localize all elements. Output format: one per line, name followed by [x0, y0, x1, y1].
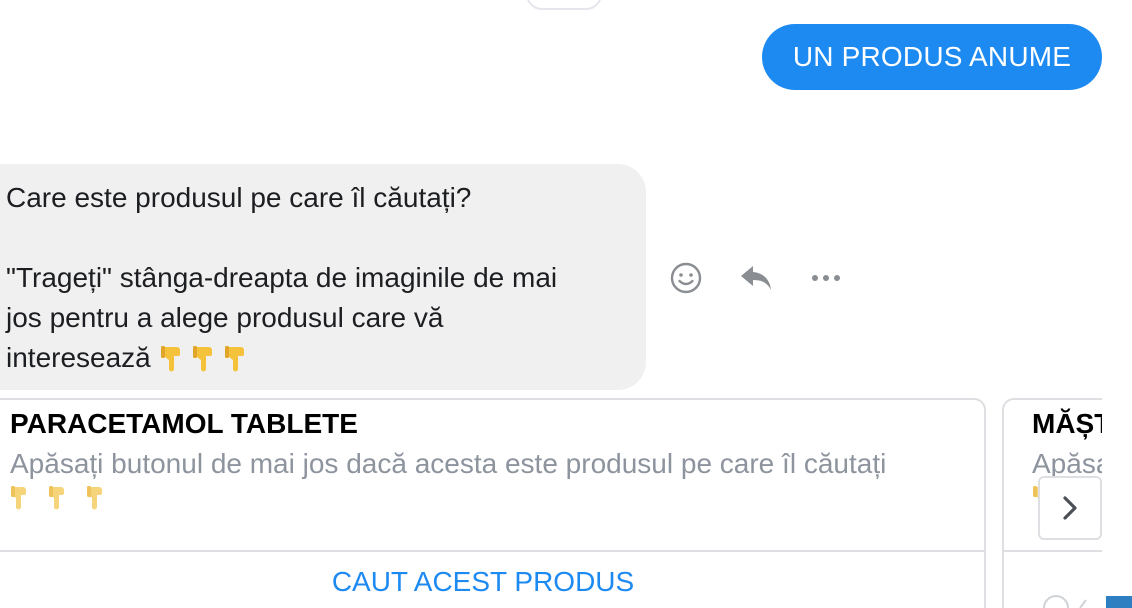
sent-message-bubble[interactable]: UN PRODUS ANUME [762, 24, 1102, 90]
message-instruction-line-3: interesează [6, 338, 622, 384]
carousel-next-button[interactable] [1038, 476, 1102, 540]
pointing-down-icon [223, 343, 253, 384]
card-divider [0, 550, 984, 552]
pointing-down-icon [191, 343, 221, 384]
more-options-icon[interactable] [808, 260, 844, 296]
pointing-down-icon [11, 486, 26, 510]
message-actions [668, 258, 844, 298]
product-card[interactable]: PARACETAMOL TABLETE Apăsați butonul de m… [0, 398, 986, 608]
product-card-hand-icons [10, 484, 108, 512]
message-instruction-line-1: "Trageți" stânga-dreapta de imaginile de… [6, 262, 558, 293]
partial-corner-widget [1043, 595, 1132, 608]
pointing-down-icon [87, 486, 102, 510]
messenger-conversation: UN PRODUS ANUME Care este produsul pe ca… [0, 0, 1132, 608]
product-card-title: MĂȘT [1032, 408, 1112, 439]
sent-message-text: UN PRODUS ANUME [792, 41, 1072, 72]
select-product-button[interactable]: CAUT ACEST PRODUS [0, 566, 984, 598]
carousel-clip-edge [1102, 398, 1132, 608]
received-message-bubble[interactable]: Care este produsul pe care îl căutați? "… [0, 164, 646, 390]
product-card-title: PARACETAMOL TABLETE [10, 408, 358, 439]
message-instruction-text: interesează [6, 342, 151, 373]
message-instruction-line-2: jos pentru a alege produsul care vă [6, 302, 444, 333]
pointing-down-icon [159, 343, 189, 384]
emoji-reaction-icon[interactable] [668, 260, 704, 296]
previous-element-edge [526, 0, 602, 10]
pointing-down-icon [49, 486, 64, 510]
message-question: Care este produsul pe care îl căutați? [6, 182, 472, 213]
chevron-right-icon [1063, 496, 1077, 520]
product-card-subtitle: Apăsați butonul de mai jos dacă acesta e… [10, 448, 887, 479]
reply-icon[interactable] [738, 260, 774, 296]
